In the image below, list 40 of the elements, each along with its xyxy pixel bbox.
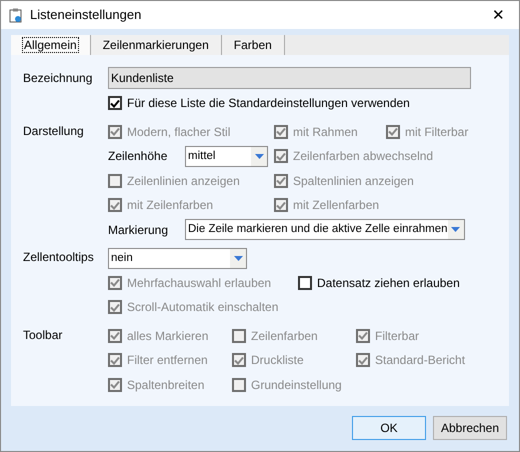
tab[interactable]: Zeilenmarkierungen	[90, 35, 222, 55]
tab[interactable]: Allgemein	[11, 35, 91, 55]
ok-button[interactable]: OK	[352, 416, 426, 440]
close-button[interactable]: ✕	[486, 8, 511, 22]
checkbox-label: Filterbar	[375, 328, 420, 345]
checkbox-label: mit Filterbar	[405, 124, 468, 141]
checkbox-label: alles Markieren	[127, 328, 208, 345]
checkbox-label: Standard-Bericht	[375, 352, 466, 370]
checkbox-label: Scroll-Automatik einschalten	[127, 299, 278, 316]
checkbox-label: Filter entfernen	[127, 352, 208, 370]
checkbox-label: Zeilenfarben abwechselnd	[293, 148, 434, 166]
field-label: Zeilenhöhe	[108, 148, 168, 166]
checkbox-label: Für diese Liste die Standardeinstellungen verwenden	[127, 95, 410, 112]
checkbox[interactable]	[298, 276, 312, 290]
dropdown[interactable]: nein	[108, 248, 247, 269]
checkbox-label: Spaltenlinien anzeigen	[293, 172, 414, 190]
section-label: Zellentooltips	[23, 249, 95, 266]
field-label: Markierung	[108, 222, 170, 239]
checkbox-label: Zeilenlinien anzeigen	[127, 172, 240, 190]
cancel-button[interactable]: Abbrechen	[433, 416, 507, 440]
checkbox-label: Zeilenfarben	[251, 328, 318, 345]
checkbox-label: mit Zellenfarben	[293, 197, 380, 214]
window-title: Listeneinstellungen	[30, 6, 142, 24]
checkbox-label: Druckliste	[251, 352, 304, 370]
checkbox-label: mit Zeilenfarben	[127, 197, 214, 214]
checkbox[interactable]	[108, 96, 122, 110]
section-label: Bezeichnung	[23, 70, 94, 87]
section-label: Darstellung	[23, 122, 85, 140]
dropdown[interactable]: Die Zeile markieren und die aktive Zelle einrahmen	[185, 219, 465, 240]
checkbox-label: Datensatz ziehen erlauben	[317, 274, 460, 292]
checkbox-label: Spaltenbreiten	[127, 376, 204, 394]
dropdown[interactable]: mittel	[185, 146, 268, 167]
tab[interactable]: Farben	[222, 35, 285, 55]
text-field[interactable]: Kundenliste	[108, 67, 471, 89]
checkbox-label: Grundeinstellung	[251, 376, 342, 394]
checkbox-label: Mehrfachauswahl erlauben	[127, 274, 272, 292]
checkbox-label: Modern, flacher Stil	[127, 124, 230, 141]
clipboard-icon	[9, 8, 22, 22]
checkbox-label: mit Rahmen	[293, 124, 358, 141]
section-label: Toolbar	[23, 326, 64, 344]
